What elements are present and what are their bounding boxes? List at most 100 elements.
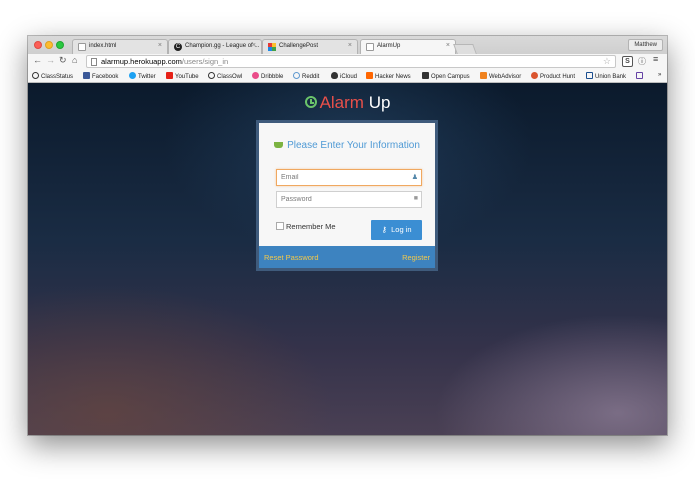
bookmark-label: Open Campus (431, 74, 470, 80)
dribbble-icon (252, 72, 259, 79)
open-campus-icon (422, 72, 429, 79)
bookmark-item[interactable]: Reddit (293, 72, 319, 80)
log-in-button[interactable]: ⚷ Log in (371, 220, 422, 240)
new-tab-button[interactable] (453, 44, 477, 54)
app-logo: Alarm Up (28, 93, 667, 113)
document-icon (366, 43, 374, 51)
tab-title: AlarmUp (377, 43, 401, 49)
tab-title: Champion.gg - League of ... (185, 43, 260, 49)
key-icon: ⚷ (381, 225, 387, 234)
bookmarks-overflow-icon[interactable]: » (658, 72, 661, 78)
maximize-window-button[interactable] (56, 41, 64, 49)
bookmark-label: Reddit (302, 74, 320, 80)
union-bank-icon (586, 72, 593, 79)
bookmark-label: ClassOwl (217, 74, 243, 80)
tab-title: index.html (89, 43, 117, 49)
password-input[interactable] (281, 196, 401, 203)
bookmark-item[interactable]: WebAdvisor (480, 72, 521, 80)
bookmark-label: Product Hunt (540, 74, 576, 80)
close-tab-icon[interactable]: × (446, 42, 450, 49)
bookmark-label: Union Bank (595, 74, 627, 80)
register-link[interactable]: Register (402, 253, 430, 262)
back-arrow-icon[interactable]: ← (33, 55, 42, 65)
bookmark-label: iCloud (340, 74, 358, 80)
bookmark-item[interactable]: iCloud (331, 72, 357, 80)
bookmark-item[interactable] (636, 72, 645, 80)
close-tab-icon[interactable]: × (158, 42, 162, 49)
bookmark-star-icon[interactable]: ☆ (603, 56, 611, 67)
logo-up-text: Up (368, 93, 391, 112)
bookmark-item[interactable]: ClassOwl (208, 72, 242, 80)
browser-toolbar: ← → ↻ ⌂ alarmup.herokuapp.com/users/sign… (28, 54, 667, 69)
tab-index-html[interactable]: index.html × (72, 39, 168, 54)
sign-in-card: Please Enter Your Information ♟ ■ Rememb… (256, 120, 438, 271)
card-title-text: Please Enter Your Information (287, 140, 420, 151)
bookmark-label: YouTube (175, 74, 199, 80)
twitch-icon (636, 72, 643, 79)
tab-champion-gg[interactable]: C Champion.gg - League of ... × (168, 39, 262, 54)
apple-icon (331, 72, 338, 79)
twitter-icon (129, 72, 136, 79)
webadvisor-icon (480, 72, 487, 79)
bookmark-item[interactable]: Union Bank (586, 72, 626, 80)
lock-icon: ■ (413, 195, 418, 202)
info-icon[interactable]: ⓘ (638, 56, 646, 67)
reddit-icon (293, 72, 300, 79)
email-field[interactable]: ♟ (276, 169, 422, 186)
classowl-icon (208, 72, 215, 79)
tab-strip: index.html × C Champion.gg - League of .… (28, 36, 667, 55)
facebook-icon (83, 72, 90, 79)
close-tab-icon[interactable]: × (348, 42, 352, 49)
home-icon[interactable]: ⌂ (72, 55, 77, 65)
bookmark-item[interactable]: ClassStatus (32, 72, 73, 80)
email-input[interactable] (281, 174, 401, 181)
menu-icon[interactable]: ≡ (653, 54, 658, 64)
remember-me[interactable]: Remember Me (276, 222, 336, 231)
bookmark-item[interactable]: YouTube (166, 72, 199, 80)
product-hunt-icon (531, 72, 538, 79)
hacker-news-icon (366, 72, 373, 79)
password-field[interactable]: ■ (276, 191, 422, 208)
bookmark-item[interactable]: Open Campus (422, 72, 470, 80)
bookmark-item[interactable]: Facebook (83, 72, 118, 80)
close-tab-icon[interactable]: × (252, 42, 256, 49)
address-bar[interactable]: alarmup.herokuapp.com/users/sign_in ☆ (86, 55, 616, 68)
extension-s-icon[interactable]: S (622, 56, 633, 67)
forward-arrow-icon[interactable]: → (46, 55, 55, 65)
bookmark-item[interactable]: Hacker News (366, 72, 411, 80)
bookmark-label: Dribbble (261, 74, 284, 80)
url-path: /users/sign_in (181, 57, 229, 66)
reset-password-link[interactable]: Reset Password (264, 253, 319, 262)
document-icon (78, 43, 86, 51)
url-host: alarmup.herokuapp.com (101, 57, 182, 66)
champion-gg-icon: C (174, 43, 182, 51)
profile-button[interactable]: Matthew (628, 39, 663, 51)
bookmark-label: WebAdvisor (489, 74, 522, 80)
tab-challengepost[interactable]: ChallengePost × (262, 39, 358, 54)
reload-icon[interactable]: ↻ (59, 55, 67, 66)
minimize-window-button[interactable] (45, 41, 53, 49)
youtube-icon (166, 72, 173, 79)
clock-icon (304, 96, 317, 108)
coffee-cup-icon (274, 142, 284, 148)
tab-alarmup[interactable]: AlarmUp × (360, 39, 456, 55)
bookmark-item[interactable]: Dribbble (252, 72, 283, 80)
card-footer: Reset Password Register (259, 246, 435, 268)
bookmark-label: Facebook (92, 74, 119, 80)
log-in-label: Log in (391, 225, 412, 234)
challengepost-icon (268, 43, 276, 51)
close-window-button[interactable] (34, 41, 42, 49)
user-icon: ♟ (411, 174, 418, 181)
classstatus-icon (32, 72, 39, 79)
logo-alarm-text: Alarm (319, 93, 364, 112)
bookmark-label: Hacker News (375, 74, 411, 80)
bookmark-label: Twitter (138, 74, 156, 80)
bookmark-item[interactable]: Twitter (129, 72, 156, 80)
bookmark-label: ClassStatus (41, 74, 74, 80)
bookmarks-bar: ClassStatus Facebook Twitter YouTube Cla… (28, 69, 667, 83)
browser-window: index.html × C Champion.gg - League of .… (28, 36, 667, 435)
remember-me-checkbox[interactable] (276, 222, 284, 230)
remember-me-label: Remember Me (286, 222, 336, 231)
page-icon (91, 58, 97, 66)
bookmark-item[interactable]: Product Hunt (531, 72, 575, 80)
